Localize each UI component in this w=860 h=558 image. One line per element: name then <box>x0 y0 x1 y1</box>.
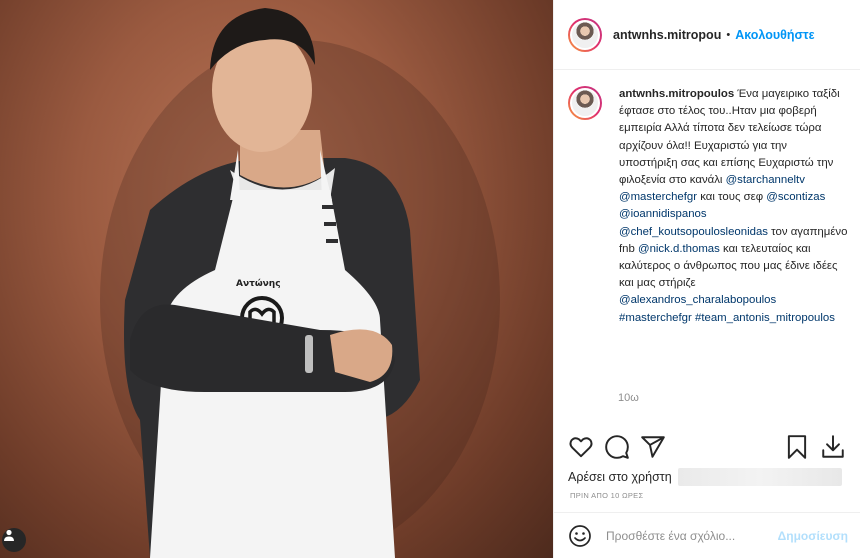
caption-text-fragment: Ένα μαγειρικο ταξίδι έφτασε στο τέλος το… <box>619 88 840 187</box>
avatar-image <box>570 88 600 118</box>
post-photo[interactable]: Αντώνης <box>0 0 553 558</box>
instagram-post: Αντώνης antwnhs.mitropou • Ακολουθήστε a… <box>0 0 860 558</box>
comment-bar: Δημοσίευση <box>554 512 860 558</box>
post-side-panel: antwnhs.mitropou • Ακολουθήστε antwnhs.m… <box>553 0 860 558</box>
avatar-image <box>570 19 600 50</box>
likes-label: Αρέσει στο χρήστη <box>568 470 672 484</box>
blurred-username <box>677 468 842 486</box>
apron-name-text: Αντώνης <box>236 279 281 289</box>
post-header: antwnhs.mitropou • Ακολουθήστε <box>554 0 860 70</box>
caption-mention-link[interactable]: @alexandros_charalabopoulos <box>619 294 776 306</box>
caption-mention-link[interactable]: #team_antonis_mitropoulos <box>695 312 835 324</box>
caption-username[interactable]: antwnhs.mitropoulos <box>619 88 734 100</box>
user-tag-icon <box>4 529 14 541</box>
bookmark-icon[interactable] <box>784 434 810 460</box>
caption-mention-link[interactable]: @masterchefgr <box>619 191 697 203</box>
publish-button[interactable]: Δημοσίευση <box>778 529 848 543</box>
caption-mention-link[interactable]: #masterchefgr <box>619 312 692 324</box>
header-username[interactable]: antwnhs.mitropou <box>613 28 721 42</box>
caption-text: antwnhs.mitropoulos Ένα μαγειρικο ταξίδι… <box>619 86 848 327</box>
follow-button[interactable]: Ακολουθήστε <box>735 28 814 42</box>
caption-block: antwnhs.mitropoulos Ένα μαγειρικο ταξίδι… <box>568 86 848 327</box>
likes-line: Αρέσει στο χρήστη <box>568 468 842 486</box>
caption-mention-link[interactable]: @starchanneltv <box>726 174 805 186</box>
download-icon[interactable] <box>820 434 846 460</box>
caption-mention-link[interactable]: @nick.d.thomas <box>638 243 720 255</box>
separator-dot: • <box>726 28 731 41</box>
caption-mention-link[interactable]: @chef_koutsopoulosleonidas <box>619 226 768 238</box>
user-tag-button[interactable] <box>2 528 26 552</box>
comment-input[interactable] <box>606 528 776 543</box>
heart-icon[interactable] <box>568 434 594 460</box>
caption-avatar[interactable] <box>568 86 602 120</box>
emoji-icon[interactable] <box>568 524 592 548</box>
post-timestamp[interactable]: ΠΡΙΝ ΑΠΟ 10 ΩΡΕΣ <box>570 491 643 500</box>
action-bar <box>568 432 852 462</box>
action-bar-right <box>780 434 852 460</box>
caption-text-fragment: και τους σεφ <box>697 191 767 204</box>
caption-mention-link[interactable]: @ioannidispanos <box>619 208 707 220</box>
caption-mention-link[interactable]: @scontizas <box>766 191 825 203</box>
comment-icon[interactable] <box>604 434 630 460</box>
header-avatar[interactable] <box>568 17 602 52</box>
share-icon[interactable] <box>640 434 666 460</box>
caption-time[interactable]: 10ω <box>618 392 639 404</box>
